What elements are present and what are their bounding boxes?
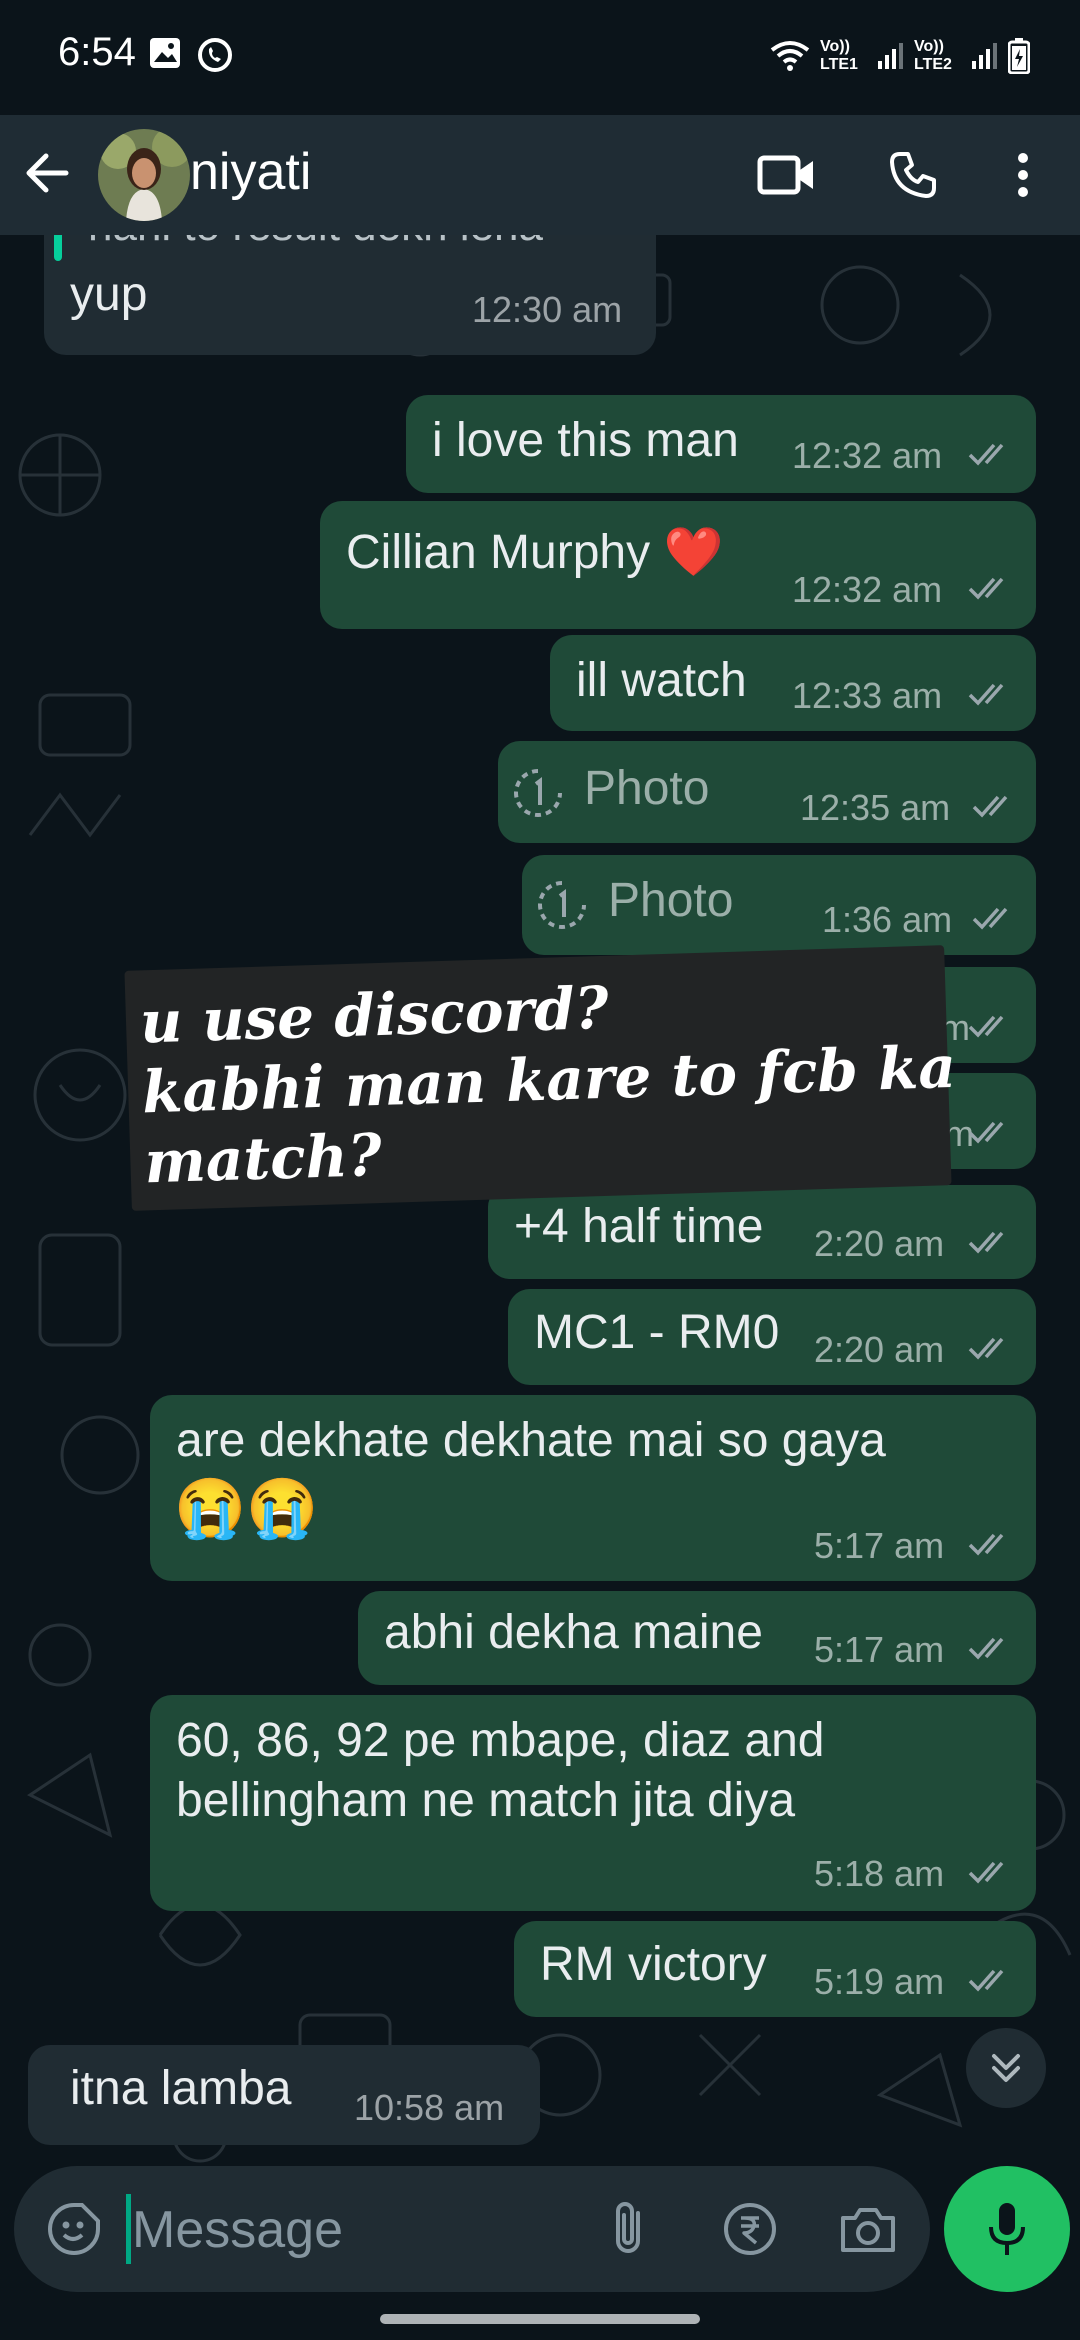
text-caret bbox=[126, 2194, 131, 2264]
read-receipt-icon bbox=[972, 907, 1008, 930]
read-receipt-icon bbox=[968, 1015, 1004, 1038]
home-gesture-handle[interactable] bbox=[380, 2314, 700, 2324]
message-bubble-outgoing[interactable]: 60, 86, 92 pe mbape, diaz and bellingham… bbox=[150, 1695, 1036, 1911]
message-time: 5:17 am bbox=[814, 1629, 945, 1670]
back-arrow-icon[interactable] bbox=[18, 143, 78, 203]
gallery-notification-icon bbox=[150, 38, 180, 68]
message-bubble-incoming[interactable]: hahi to result dekh lena yup 12:30 am bbox=[44, 235, 656, 355]
message-time: 10:58 am bbox=[354, 2087, 505, 2128]
message-text: +4 half time bbox=[514, 1200, 764, 1253]
message-time: 12:32 am bbox=[792, 569, 943, 610]
message-time: 12:32 am bbox=[792, 435, 943, 476]
message-text: abhi dekha maine bbox=[384, 1606, 763, 1659]
attach-icon[interactable] bbox=[598, 2199, 658, 2259]
message-bubble-outgoing[interactable]: +4 half time 2:20 am bbox=[488, 1185, 1036, 1279]
read-receipt-icon bbox=[972, 795, 1008, 818]
emoji-text: 😭😭 bbox=[174, 1476, 319, 1541]
message-time: 5:19 am bbox=[814, 1961, 945, 2002]
battery-icon bbox=[1008, 38, 1030, 74]
message-text: itna lamba bbox=[70, 2062, 292, 2115]
message-bubble-outgoing[interactable]: Photo 1:36 am bbox=[522, 855, 1036, 955]
system-navigation-bar bbox=[0, 2296, 1080, 2340]
overlay-line: u use discord? bbox=[138, 973, 610, 1057]
read-receipt-icon bbox=[968, 1861, 1004, 1884]
signal-icon bbox=[878, 43, 903, 69]
read-receipt-icon bbox=[968, 1969, 1004, 1992]
overlay-line: match? bbox=[143, 1120, 383, 1197]
message-time: 1:36 am bbox=[822, 899, 953, 940]
message-text: ill watch bbox=[576, 654, 747, 707]
read-receipt-icon bbox=[968, 1637, 1004, 1660]
avatar[interactable] bbox=[98, 129, 190, 221]
quoted-text: hahi to result dekh lena bbox=[88, 235, 543, 251]
message-text: 60, 86, 92 pe mbape, diaz and bbox=[176, 1714, 825, 1767]
message-text: Cillian Murphy ❤️ bbox=[346, 526, 724, 579]
video-call-icon[interactable] bbox=[752, 140, 822, 210]
read-receipt-icon bbox=[968, 577, 1004, 600]
message-text: MC1 - RM0 bbox=[534, 1306, 780, 1359]
message-time: 5:18 am bbox=[814, 1853, 945, 1894]
read-receipt-icon bbox=[968, 1231, 1004, 1254]
message-bubble-outgoing[interactable]: Cillian Murphy ❤️ 12:32 am bbox=[320, 501, 1036, 629]
voice-call-icon[interactable] bbox=[878, 140, 948, 210]
handwritten-text-overlay: u use discord? kabhi man kare to fcb ka … bbox=[124, 945, 957, 1211]
message-text: RM victory bbox=[540, 1938, 767, 1991]
message-input[interactable]: Message bbox=[132, 2200, 343, 2260]
read-receipt-icon bbox=[968, 1533, 1004, 1556]
message-text: are dekhate dekhate mai so gaya bbox=[176, 1414, 886, 1467]
sim1-label: Vo)) LTE1 bbox=[820, 38, 858, 73]
sticker-emoji-icon[interactable] bbox=[44, 2199, 104, 2259]
read-receipt-icon bbox=[968, 1121, 1004, 1144]
message-time: 2:20 am bbox=[814, 1223, 945, 1264]
message-time: 2:20 am bbox=[814, 1329, 945, 1370]
read-receipt-icon bbox=[968, 443, 1004, 466]
message-time: 12:30 am bbox=[472, 289, 623, 330]
chat-header: niyati bbox=[0, 115, 1080, 235]
camera-icon[interactable] bbox=[838, 2199, 898, 2259]
status-bar: 6:54 Vo)) LTE1 Vo)) LTE2 bbox=[0, 0, 1080, 115]
payment-rupee-icon[interactable] bbox=[720, 2199, 780, 2259]
message-bubble-outgoing[interactable]: MC1 - RM0 2:20 am bbox=[508, 1289, 1036, 1385]
sim2-label: Vo)) LTE2 bbox=[914, 38, 952, 73]
message-composer: Message bbox=[14, 2166, 930, 2292]
message-time: 12:33 am bbox=[792, 675, 943, 716]
message-text: bellingham ne match jita diya bbox=[176, 1774, 796, 1827]
message-time: 5:17 am bbox=[814, 1525, 945, 1566]
contact-name[interactable]: niyati bbox=[190, 142, 311, 202]
message-bubble-incoming[interactable]: itna lamba 10:58 am bbox=[28, 2045, 540, 2145]
message-bubble-outgoing[interactable]: are dekhate dekhate mai so gaya 😭😭 5:17 … bbox=[150, 1395, 1036, 1581]
message-time: 12:35 am bbox=[800, 787, 951, 828]
message-bubble-outgoing[interactable]: Photo 12:35 am bbox=[498, 741, 1036, 843]
read-receipt-icon bbox=[968, 683, 1004, 706]
view-once-icon bbox=[538, 881, 586, 929]
message-bubble-outgoing[interactable]: i love this man 12:32 am bbox=[406, 395, 1036, 493]
message-text: Photo bbox=[584, 762, 710, 815]
wifi-icon bbox=[770, 41, 810, 71]
view-once-icon bbox=[514, 769, 562, 817]
message-bubble-outgoing[interactable]: RM victory 5:19 am bbox=[514, 1921, 1036, 2017]
message-text: yup bbox=[70, 268, 148, 321]
chat-area[interactable]: hahi to result dekh lena yup 12:30 am i … bbox=[0, 235, 1080, 2165]
message-bubble-outgoing[interactable]: abhi dekha maine 5:17 am bbox=[358, 1591, 1036, 1685]
status-time: 6:54 bbox=[58, 30, 136, 74]
voice-message-button[interactable] bbox=[944, 2166, 1070, 2292]
scroll-to-bottom-button[interactable] bbox=[966, 2028, 1046, 2108]
message-text: i love this man bbox=[432, 414, 739, 467]
signal-icon bbox=[972, 43, 997, 69]
read-receipt-icon bbox=[968, 1337, 1004, 1360]
more-options-icon[interactable] bbox=[988, 140, 1058, 210]
message-bubble-outgoing[interactable]: ill watch 12:33 am bbox=[550, 635, 1036, 731]
message-text: Photo bbox=[608, 874, 734, 927]
whatsapp-notification-icon bbox=[198, 38, 232, 72]
microphone-icon bbox=[989, 2203, 1025, 2255]
double-chevron-down-icon bbox=[992, 2054, 1020, 2082]
